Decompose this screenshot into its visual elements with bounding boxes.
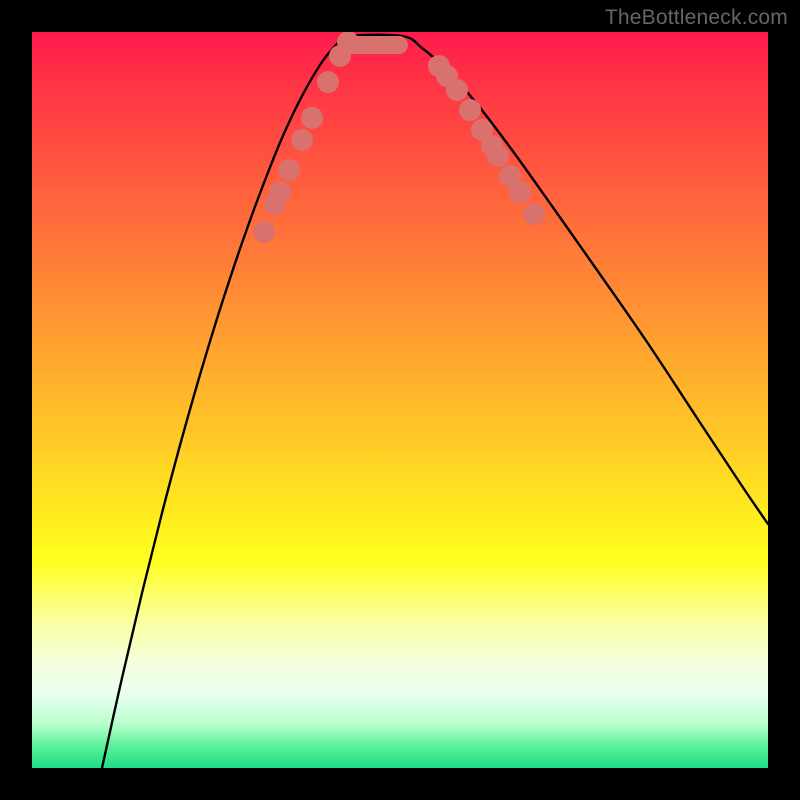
highlight-dot <box>291 129 313 151</box>
highlight-dot <box>446 79 468 101</box>
attribution-text: TheBottleneck.com <box>605 6 788 30</box>
highlight-dot <box>337 32 359 53</box>
highlight-dot <box>509 181 531 203</box>
highlight-dot <box>301 107 323 129</box>
highlight-dot <box>487 145 509 167</box>
chart-frame: TheBottleneck.com <box>0 0 800 800</box>
bottleneck-curve <box>102 35 768 768</box>
highlight-dot <box>269 181 291 203</box>
plot-area <box>32 32 768 768</box>
highlight-dot <box>459 99 481 121</box>
highlight-dot <box>278 159 300 181</box>
chart-svg <box>32 32 768 768</box>
highlight-dot <box>523 203 545 225</box>
highlight-dot <box>253 221 275 243</box>
highlight-dot <box>317 71 339 93</box>
